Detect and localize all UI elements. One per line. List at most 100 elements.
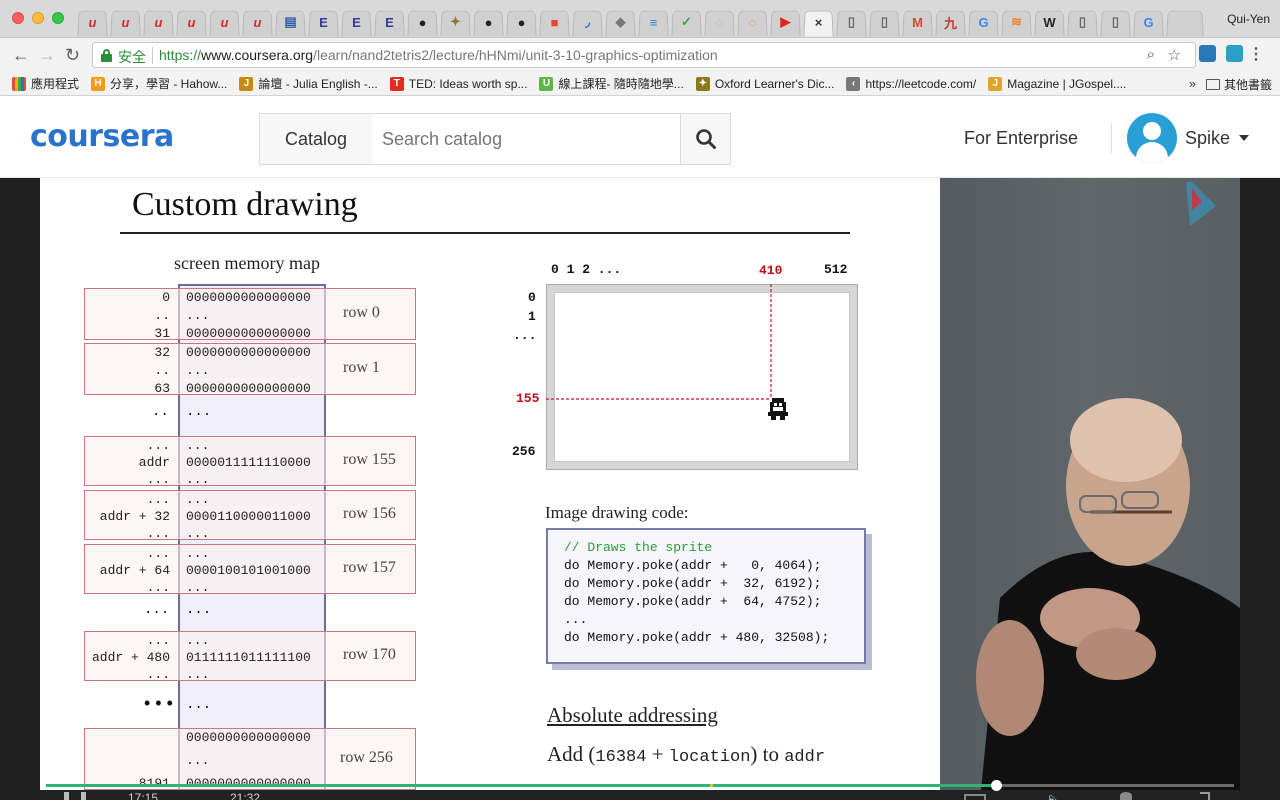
extension-x-icon[interactable] [1199, 45, 1216, 62]
chevron-down-icon[interactable] [1239, 135, 1249, 141]
favicon-icon: G [1143, 14, 1154, 30]
tab-list: u u u u u u ▤ E E E ● ✦ ● ● ■ ◞ ◆ ≡ ✓ ◌ ◌ ▶ × ▯ ▯ M 九 G ≋ W ▯ ▯ G [76, 8, 1205, 38]
address-toolbar: ← → ↻ 安全 https://www.coursera.org/learn/… [0, 38, 1280, 72]
browser-tab[interactable]: W [1033, 8, 1066, 36]
folder-icon [1205, 79, 1220, 90]
sprite-icon [768, 398, 788, 420]
bookmark-item[interactable]: 應用程式 [12, 75, 79, 92]
bookmark-item[interactable]: J Magazine | JGospel.... [988, 76, 1126, 91]
bookmark-label: TED: Ideas worth sp... [408, 76, 528, 91]
search-button[interactable] [680, 113, 731, 165]
chrome-menu-icon[interactable]: ⋮ [1248, 44, 1264, 64]
browser-tab[interactable]: G [1132, 8, 1165, 36]
fullscreen-icon[interactable] [1200, 792, 1210, 800]
code-line: do Memory.poke(addr + 32, 6192); [564, 576, 822, 591]
bookmark-item[interactable]: J 論壇 - Julia English -... [239, 75, 378, 92]
drawing-code-label: Image drawing code: [545, 503, 689, 522]
back-button[interactable]: ← [12, 46, 30, 64]
user-name[interactable]: Spike [1185, 128, 1230, 149]
presenter-video [940, 178, 1240, 800]
bookmarks-overflow-button[interactable]: » [1189, 76, 1196, 91]
for-enterprise-link[interactable]: For Enterprise [964, 128, 1078, 149]
browser-tab[interactable]: ≡ [637, 8, 670, 36]
browser-tab[interactable]: ✦ [439, 8, 472, 36]
browser-tab[interactable]: ● [472, 8, 505, 36]
browser-tab[interactable]: ▯ [835, 8, 868, 36]
browser-tab[interactable]: E [307, 8, 340, 36]
avatar[interactable] [1127, 113, 1177, 163]
zoom-window-button[interactable] [52, 12, 64, 24]
video-player[interactable]: Custom drawing screen memory map row 00.… [0, 178, 1280, 800]
bookmark-item[interactable]: T TED: Ideas worth sp... [389, 76, 528, 91]
browser-tab[interactable]: ▯ [1099, 8, 1132, 36]
bookmark-label: Oxford Learner's Dic... [714, 76, 835, 91]
zoom-icon[interactable]: ⌕ [1147, 46, 1155, 63]
search-icon [695, 129, 716, 149]
apps-icon [12, 76, 26, 91]
lock-icon[interactable] [101, 49, 112, 62]
browser-tab[interactable]: E [340, 8, 373, 36]
pause-icon[interactable] [64, 792, 86, 800]
browser-tab[interactable]: ✓ [670, 8, 703, 36]
search-input[interactable] [372, 113, 682, 165]
bookmark-item[interactable]: H 分享，學習 - Hahow... [91, 75, 227, 92]
favicon-icon: E [352, 14, 361, 30]
code-comment: // Draws the sprite [564, 540, 713, 555]
browser-tab[interactable]: G [967, 8, 1000, 36]
secure-label[interactable]: 安全 [118, 47, 146, 67]
browser-tab[interactable]: ● [406, 8, 439, 36]
absolute-addressing-heading: Absolute addressing [547, 703, 718, 727]
favicon-icon: ✦ [450, 14, 461, 29]
browser-tab[interactable]: u [208, 8, 241, 36]
browser-tab[interactable]: ▤ [274, 8, 307, 36]
bookmark-item[interactable]: ✦ Oxford Learner's Dic... [695, 76, 835, 91]
browser-tab[interactable]: ◞ [571, 8, 604, 36]
browser-tab[interactable]: ■ [538, 8, 571, 36]
browser-tab[interactable]: u [175, 8, 208, 36]
browser-tab[interactable]: E [373, 8, 406, 36]
browser-tab[interactable]: u [76, 8, 109, 36]
favicon-icon: ● [517, 14, 526, 30]
progress-marker [710, 784, 713, 787]
browser-tab[interactable]: ◌ [703, 8, 736, 36]
browser-tab[interactable]: ▯ [868, 8, 901, 36]
browser-tab[interactable]: × [802, 8, 835, 36]
favicon-icon: ▯ [1078, 14, 1087, 29]
browser-tab[interactable]: u [241, 8, 274, 36]
volume-icon[interactable]: 🔈 [1046, 792, 1061, 800]
browser-tab[interactable]: 九 [934, 8, 967, 36]
coursera-logo[interactable]: coursera [30, 119, 174, 154]
reload-button[interactable]: ↻ [65, 46, 80, 64]
profile-name[interactable]: Qui-Yen [1227, 12, 1270, 26]
browser-tab[interactable]: ● [505, 8, 538, 36]
close-tab-icon[interactable]: × [815, 15, 823, 30]
subtitles-icon[interactable] [964, 794, 986, 800]
browser-tab[interactable]: u [142, 8, 175, 36]
url-text[interactable]: https://www.coursera.org/learn/nand2tetr… [159, 47, 718, 63]
favicon-icon: 九 [943, 15, 957, 31]
bookmark-label: 論壇 - Julia English -... [258, 77, 378, 91]
extension-camera-icon[interactable] [1226, 45, 1243, 62]
browser-tab[interactable]: ◆ [604, 8, 637, 36]
browser-tab[interactable]: u [109, 8, 142, 36]
browser-tab[interactable]: ▶ [769, 8, 802, 36]
progress-scrubber[interactable] [991, 780, 1002, 791]
other-bookmarks-folder[interactable]: 其他書籤 [1205, 76, 1272, 93]
settings-icon[interactable] [1120, 792, 1132, 800]
browser-tab[interactable]: ◌ [736, 8, 769, 36]
forward-button[interactable]: → [38, 46, 56, 64]
browser-tab[interactable]: M [901, 8, 934, 36]
close-window-button[interactable] [12, 12, 24, 24]
code-line: do Memory.poke(addr + 0, 4064); [564, 558, 822, 573]
browser-tab[interactable]: ≋ [1000, 8, 1033, 36]
browser-tab[interactable]: ▯ [1066, 8, 1099, 36]
catalog-button[interactable]: Catalog [259, 113, 373, 165]
new-tab-button[interactable] [1165, 8, 1205, 36]
star-icon[interactable]: ☆ [1168, 46, 1181, 64]
bookmark-item[interactable]: U 線上課程- 隨時隨地學... [539, 75, 684, 92]
minimize-window-button[interactable] [32, 12, 44, 24]
omnibox-divider [152, 47, 153, 64]
bookmark-item[interactable]: ‹ https://leetcode.com/ [846, 76, 976, 91]
omnibox[interactable]: 安全 https://www.coursera.org/learn/nand2t… [92, 42, 1196, 68]
progress-fill [46, 784, 996, 787]
